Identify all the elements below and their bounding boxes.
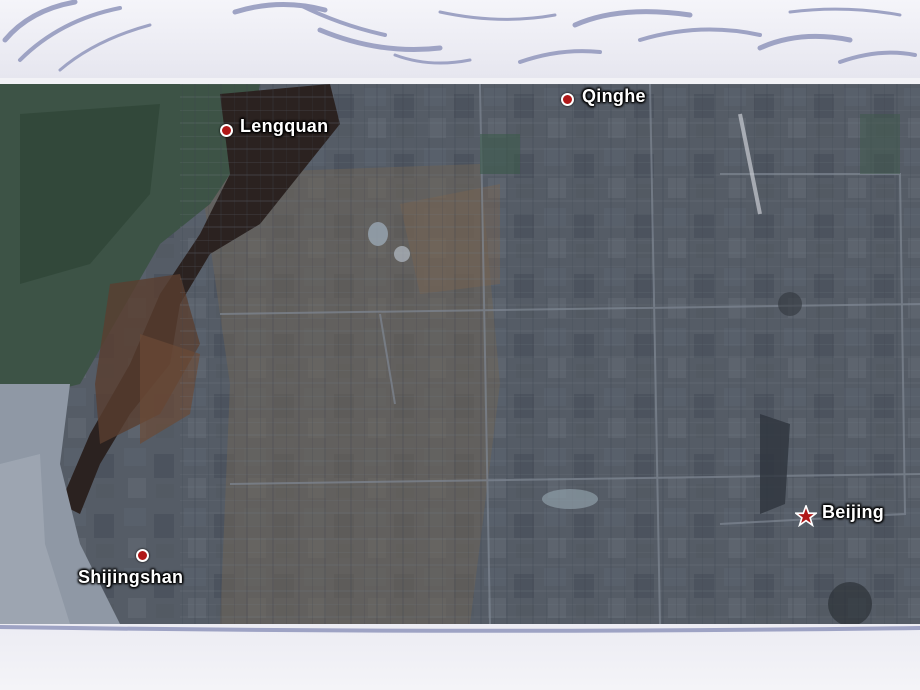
swoosh-decoration — [2, 0, 917, 72]
place-dot-icon[interactable] — [220, 124, 233, 137]
place-label-beijing[interactable]: Beijing — [822, 502, 884, 523]
satellite-map[interactable]: Qinghe Lengquan Beijing Shijingshan — [0, 84, 920, 624]
place-label-shijingshan[interactable]: Shijingshan — [78, 567, 183, 588]
capital-star-icon[interactable] — [795, 505, 817, 527]
place-dot-icon[interactable] — [561, 93, 574, 106]
place-dot-icon[interactable] — [136, 549, 149, 562]
place-label-qinghe[interactable]: Qinghe — [582, 86, 646, 107]
footer-decoration — [0, 624, 920, 690]
header-decoration — [0, 0, 920, 78]
swoosh-decoration — [0, 625, 920, 633]
place-label-lengquan[interactable]: Lengquan — [240, 116, 328, 137]
satellite-imagery — [0, 84, 920, 624]
